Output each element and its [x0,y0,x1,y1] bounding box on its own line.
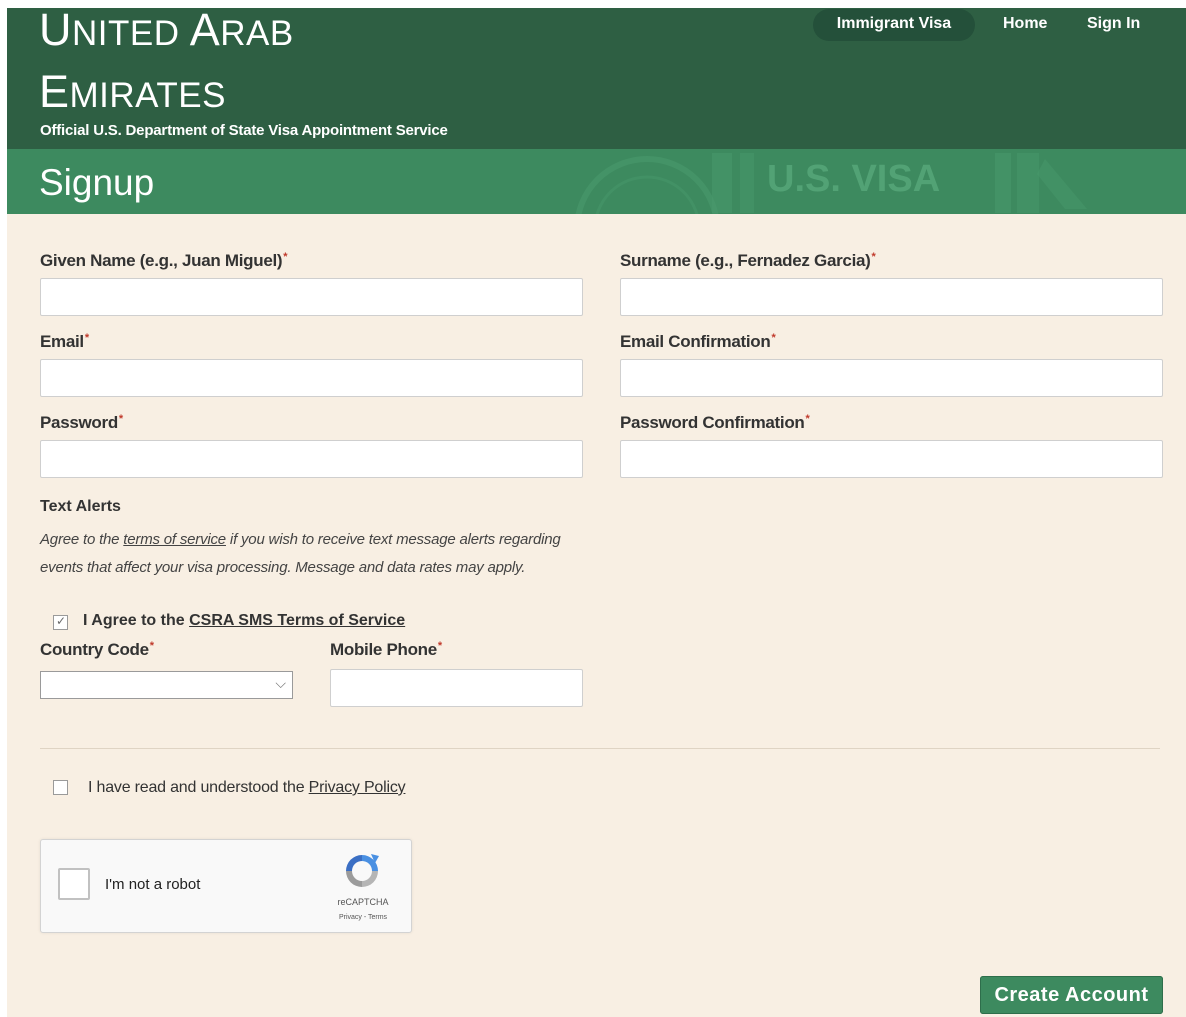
recaptcha-checkbox[interactable] [58,868,90,900]
country-name-line-2: Emirates [39,66,226,117]
chevron-down-icon: ⌵ [275,675,286,691]
page: United Arab Emirates Official U.S. Depar… [7,8,1186,1017]
mobile-phone-label: Mobile Phone* [330,640,442,659]
password-input[interactable] [41,441,582,477]
title-band: U.S. VISA Signup [7,149,1186,214]
given-name-field[interactable] [40,278,583,316]
mobile-phone-field[interactable] [330,669,583,707]
page-title: Signup [39,162,155,203]
privacy-policy-label: I have read and understood the Privacy P… [88,779,406,796]
email-label: Email* [40,332,89,351]
password-confirmation-input[interactable] [621,441,1162,477]
email-input[interactable] [41,360,582,396]
password-confirmation-field[interactable] [620,440,1163,478]
recaptcha-widget: I'm not a robot reCAPTCHA Privacy - Term… [40,839,412,933]
email-confirmation-field[interactable] [620,359,1163,397]
recaptcha-label: I'm not a robot [105,876,201,893]
nav-home-link[interactable]: Home [1003,9,1047,39]
surname-input[interactable] [621,279,1162,315]
recaptcha-privacy-terms-links[interactable]: Privacy - Terms [323,914,403,921]
country-code-label: Country Code* [40,640,154,659]
nav-immigrant-visa[interactable]: Immigrant Visa [813,9,975,41]
given-name-input[interactable] [41,279,582,315]
email-confirmation-label: Email Confirmation* [620,332,776,351]
check-mark-icon: ✓ [56,614,67,628]
surname-label: Surname (e.g., Fernadez Garcia)* [620,251,876,270]
sms-terms-link[interactable]: CSRA SMS Terms of Service [189,612,405,629]
terms-of-service-link[interactable]: terms of service [123,531,226,548]
recaptcha-brand: reCAPTCHA [337,897,389,907]
create-account-button[interactable]: Create Account [980,976,1163,1014]
email-confirmation-input[interactable] [621,360,1162,396]
site-subtitle: Official U.S. Department of State Visa A… [40,122,448,139]
privacy-policy-checkbox[interactable] [53,780,68,795]
password-label: Password* [40,413,123,432]
sms-terms-checkbox[interactable]: ✓ [53,614,68,630]
given-name-label: Given Name (e.g., Juan Miguel)* [40,251,288,270]
nav-sign-in-link[interactable]: Sign In [1087,9,1140,39]
text-alerts-description: Agree to the terms of service if you wis… [40,531,561,576]
password-field[interactable] [40,440,583,478]
privacy-policy-link[interactable]: Privacy Policy [309,779,406,796]
mobile-phone-input[interactable] [331,670,582,706]
country-name-line-1: United Arab [39,8,294,55]
email-field[interactable] [40,359,583,397]
sms-terms-label: I Agree to the CSRA SMS Terms of Service [83,612,406,629]
svg-text:U.S. VISA: U.S. VISA [767,158,940,200]
visa-seal-watermark: U.S. VISA [575,153,1087,214]
recaptcha-logo-icon [346,854,379,887]
section-divider [40,748,1160,749]
surname-field[interactable] [620,278,1163,316]
password-confirmation-label: Password Confirmation* [620,413,810,432]
site-header: United Arab Emirates Official U.S. Depar… [7,8,1186,149]
country-code-select[interactable]: ⌵ [40,671,293,699]
text-alerts-heading: Text Alerts [40,498,121,515]
